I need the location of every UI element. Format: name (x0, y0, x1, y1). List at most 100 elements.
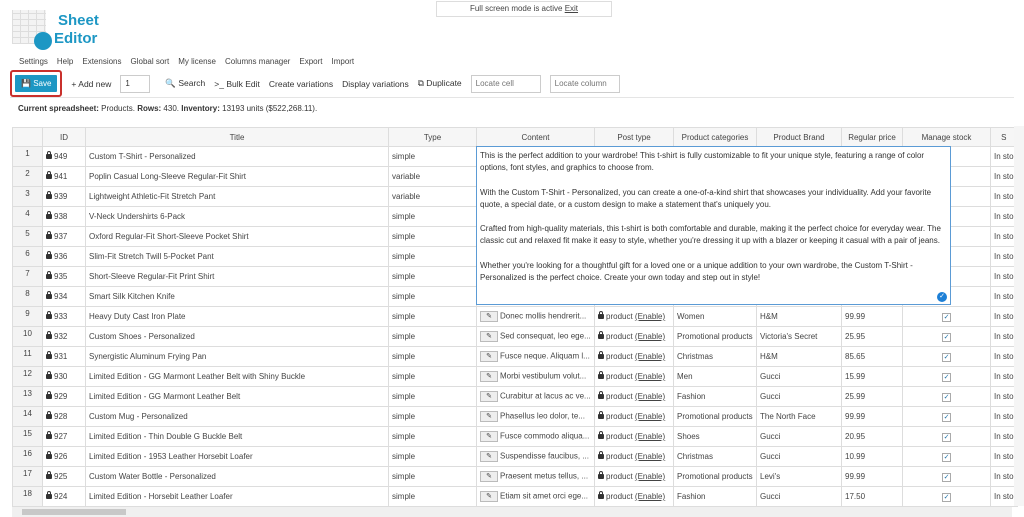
horizontal-scrollbar-thumb[interactable] (22, 509, 126, 515)
type-cell[interactable]: simple (388, 266, 477, 287)
menu-my-license[interactable]: My license (178, 57, 216, 66)
id-cell[interactable]: 930 (42, 366, 86, 387)
content-cell[interactable]: ✎ Morbi vestibulum volut... (476, 366, 595, 387)
id-cell[interactable]: 949 (42, 146, 86, 167)
confirm-icon[interactable]: ✓ (937, 292, 947, 302)
post-type-cell[interactable]: product (Enable) (594, 326, 674, 347)
bulk-edit-button[interactable]: >_ Bulk Edit (214, 79, 260, 89)
row-number[interactable]: 7 (12, 266, 43, 287)
type-cell[interactable]: variable (388, 166, 477, 187)
edit-icon[interactable]: ✎ (480, 331, 498, 342)
brand-cell[interactable]: H&M (756, 346, 842, 367)
enable-link[interactable]: (Enable) (635, 452, 665, 461)
type-cell[interactable]: simple (388, 366, 477, 387)
post-type-cell[interactable]: product (Enable) (594, 406, 674, 427)
enable-link[interactable]: (Enable) (635, 332, 665, 341)
category-cell[interactable]: Promotional products (673, 406, 757, 427)
enable-link[interactable]: (Enable) (635, 472, 665, 481)
menu-global-sort[interactable]: Global sort (131, 57, 170, 66)
type-cell[interactable]: simple (388, 386, 477, 407)
edit-icon[interactable]: ✎ (480, 491, 498, 502)
brand-cell[interactable]: The North Face (756, 406, 842, 427)
edit-icon[interactable]: ✎ (480, 431, 498, 442)
content-cell[interactable]: ✎ Fusce commodo aliqua... (476, 426, 595, 447)
id-cell[interactable]: 929 (42, 386, 86, 407)
column-header[interactable]: ID (42, 127, 86, 147)
enable-link[interactable]: (Enable) (635, 432, 665, 441)
menu-export[interactable]: Export (299, 57, 322, 66)
post-type-cell[interactable]: product (Enable) (594, 366, 674, 387)
content-cell[interactable]: ✎ Praesent metus tellus, ... (476, 466, 595, 487)
edit-icon[interactable]: ✎ (480, 391, 498, 402)
content-cell[interactable]: ✎ Donec mollis hendrerit... (476, 306, 595, 327)
search-button[interactable]: 🔍 Search (165, 78, 205, 89)
column-header[interactable]: Manage stock (902, 127, 991, 147)
enable-link[interactable]: (Enable) (635, 352, 665, 361)
manage-stock-cell[interactable]: ✓ (902, 386, 991, 407)
title-cell[interactable]: Synergistic Aluminum Frying Pan (85, 346, 389, 367)
manage-stock-checkbox[interactable]: ✓ (942, 312, 951, 322)
type-cell[interactable]: simple (388, 286, 477, 307)
category-cell[interactable]: Women (673, 306, 757, 327)
category-cell[interactable]: Fashion (673, 486, 757, 507)
manage-stock-cell[interactable]: ✓ (902, 306, 991, 327)
id-cell[interactable]: 936 (42, 246, 86, 267)
type-cell[interactable]: simple (388, 406, 477, 427)
type-cell[interactable]: simple (388, 446, 477, 467)
title-cell[interactable]: Heavy Duty Cast Iron Plate (85, 306, 389, 327)
column-header[interactable]: Regular price (841, 127, 903, 147)
title-cell[interactable]: Limited Edition - Horsebit Leather Loafe… (85, 486, 389, 507)
column-header[interactable]: Product categories (673, 127, 757, 147)
category-cell[interactable]: Men (673, 366, 757, 387)
manage-stock-cell[interactable]: ✓ (902, 446, 991, 467)
edit-icon[interactable]: ✎ (480, 311, 498, 322)
id-cell[interactable]: 928 (42, 406, 86, 427)
title-cell[interactable]: Oxford Regular-Fit Short-Sleeve Pocket S… (85, 226, 389, 247)
title-cell[interactable]: Slim-Fit Stretch Twill 5-Pocket Pant (85, 246, 389, 267)
row-number[interactable]: 11 (12, 346, 43, 367)
column-header[interactable]: Content (476, 127, 595, 147)
title-cell[interactable]: Limited Edition - GG Marmont Leather Bel… (85, 386, 389, 407)
column-header[interactable]: Title (85, 127, 389, 147)
category-cell[interactable]: Christmas (673, 346, 757, 367)
title-cell[interactable]: V-Neck Undershirts 6-Pack (85, 206, 389, 227)
type-cell[interactable]: simple (388, 306, 477, 327)
post-type-cell[interactable]: product (Enable) (594, 486, 674, 507)
title-cell[interactable]: Lightweight Athletic-Fit Stretch Pant (85, 186, 389, 207)
type-cell[interactable]: simple (388, 246, 477, 267)
brand-cell[interactable]: Victoria's Secret (756, 326, 842, 347)
create-variations-button[interactable]: Create variations (269, 79, 333, 89)
price-cell[interactable]: 10.99 (841, 446, 903, 467)
title-cell[interactable]: Custom Water Bottle - Personalized (85, 466, 389, 487)
category-cell[interactable]: Promotional products (673, 326, 757, 347)
content-cell[interactable]: ✎ Etiam sit amet orci ege... (476, 486, 595, 507)
enable-link[interactable]: (Enable) (635, 312, 665, 321)
vertical-scrollbar[interactable] (1014, 126, 1024, 506)
edit-icon[interactable]: ✎ (480, 471, 498, 482)
row-number[interactable]: 2 (12, 166, 43, 187)
column-header[interactable] (12, 127, 43, 147)
id-cell[interactable]: 925 (42, 466, 86, 487)
manage-stock-checkbox[interactable]: ✓ (942, 432, 951, 442)
row-number[interactable]: 14 (12, 406, 43, 427)
enable-link[interactable]: (Enable) (635, 372, 665, 381)
id-cell[interactable]: 924 (42, 486, 86, 507)
content-cell[interactable]: ✎ Curabitur at lacus ac ve... (476, 386, 595, 407)
title-cell[interactable]: Poplin Casual Long-Sleeve Regular-Fit Sh… (85, 166, 389, 187)
manage-stock-cell[interactable]: ✓ (902, 366, 991, 387)
column-header[interactable]: Type (388, 127, 477, 147)
edit-icon[interactable]: ✎ (480, 351, 498, 362)
manage-stock-cell[interactable]: ✓ (902, 426, 991, 447)
manage-stock-checkbox[interactable]: ✓ (942, 332, 951, 342)
price-cell[interactable]: 85.65 (841, 346, 903, 367)
row-number[interactable]: 10 (12, 326, 43, 347)
title-cell[interactable]: Smart Silk Kitchen Knife (85, 286, 389, 307)
column-header[interactable]: Post type (594, 127, 674, 147)
id-cell[interactable]: 926 (42, 446, 86, 467)
row-number[interactable]: 1 (12, 146, 43, 167)
row-number[interactable]: 16 (12, 446, 43, 467)
row-number[interactable]: 18 (12, 486, 43, 507)
content-cell[interactable]: ✎ Sed consequat, leo ege... (476, 326, 595, 347)
manage-stock-checkbox[interactable]: ✓ (942, 472, 951, 482)
type-cell[interactable]: simple (388, 426, 477, 447)
